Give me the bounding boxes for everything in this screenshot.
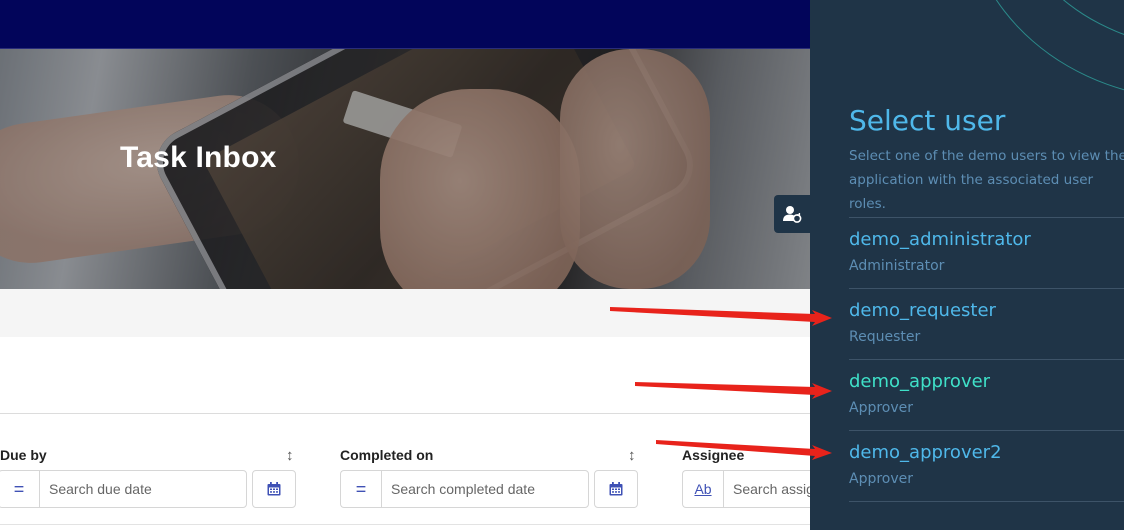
user-name: demo_approver2: [849, 442, 1002, 463]
user-role: Approver: [849, 471, 914, 487]
user-role: Approver: [849, 400, 914, 416]
toolbar-band: [0, 289, 810, 337]
completed-date-calendar-button[interactable]: [594, 470, 638, 508]
operator-text-button[interactable]: Ab: [682, 470, 723, 508]
panel-title: Select user: [849, 104, 1006, 137]
sort-vertical-icon[interactable]: ↕: [286, 447, 294, 464]
due-date-calendar-button[interactable]: [252, 470, 296, 508]
divider: [0, 413, 810, 414]
filter-label-assignee: Assignee: [682, 447, 745, 463]
user-item-demo-approver[interactable]: demo_approver Approver: [849, 359, 1124, 430]
calendar-icon: [609, 482, 623, 496]
user-item-demo-requester[interactable]: demo_requester Requester: [849, 288, 1124, 359]
select-user-panel: Select user Select one of the demo users…: [810, 0, 1124, 530]
operator-equals-button[interactable]: =: [0, 470, 39, 508]
due-date-search-input[interactable]: [39, 470, 247, 508]
user-item-demo-administrator[interactable]: demo_administrator Administrator: [849, 217, 1124, 288]
annotation-arrow: [635, 382, 832, 399]
user-role: Requester: [849, 329, 921, 345]
page: Task Inbox Due by ↕ = Completed on ↕ =: [0, 0, 1124, 530]
filter-label-completed-on: Completed on: [340, 447, 434, 463]
panel-description: Select one of the demo users to view the…: [849, 148, 1124, 212]
page-title: Task Inbox: [120, 141, 277, 174]
user-name: demo_administrator: [849, 229, 1031, 250]
user-name: demo_requester: [849, 300, 996, 321]
user-switch-button[interactable]: [774, 195, 810, 233]
filter-label-due-by: Due by: [0, 447, 47, 463]
operator-equals-button[interactable]: =: [340, 470, 381, 508]
completed-on-filter: =: [340, 470, 589, 508]
user-role: Administrator: [849, 258, 945, 274]
calendar-icon: [267, 482, 281, 496]
hero-banner: Task Inbox: [0, 49, 810, 289]
user-switch-icon: [783, 206, 802, 223]
due-by-filter: =: [0, 470, 247, 508]
user-item-demo-approver2[interactable]: demo_approver2 Approver: [849, 430, 1124, 501]
completed-date-search-input[interactable]: [381, 470, 589, 508]
divider: [0, 524, 810, 525]
sort-vertical-icon[interactable]: ↕: [628, 447, 636, 464]
divider: [849, 501, 1124, 502]
top-navbar: [0, 0, 810, 49]
user-name: demo_approver: [849, 371, 991, 392]
